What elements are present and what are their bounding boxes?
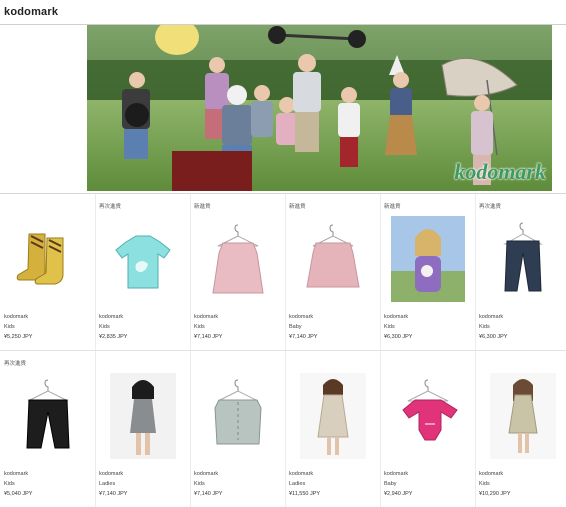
product-price: ¥7,140 JPY — [194, 334, 223, 340]
product-meta: kodomark Baby ¥7,140 JPY — [289, 312, 317, 342]
product-meta: kodomark Kids ¥6,300 JPY — [384, 312, 412, 342]
product-grid: kodomark Kids ¥5,250 JPY 再次進貨 kodomark K… — [0, 193, 566, 507]
product-meta: kodomark Kids ¥6,300 JPY — [479, 312, 507, 342]
product-card[interactable]: kodomark Baby ¥2,940 JPY — [380, 351, 476, 507]
product-card[interactable]: 新進貨 kodomark Kids ¥7,140 JPY — [190, 194, 286, 350]
pants-black-icon[interactable] — [7, 373, 89, 459]
rain-boots-icon[interactable] — [7, 216, 89, 302]
product-tag: 新進貨 — [384, 204, 401, 210]
girl-photo-icon[interactable] — [387, 216, 469, 302]
onesie-icon[interactable] — [387, 373, 469, 459]
product-brand: kodomark — [4, 471, 29, 477]
girl-dress-photo-icon[interactable] — [482, 373, 564, 459]
product-meta: kodomark Kids ¥7,140 JPY — [194, 469, 222, 499]
product-tag: 再次進貨 — [4, 361, 27, 367]
product-price: ¥7,140 JPY — [289, 334, 318, 340]
pants-icon[interactable] — [482, 216, 564, 302]
product-brand: kodomark — [384, 314, 409, 320]
product-category: Baby — [289, 324, 302, 330]
top-bar: kodomark — [0, 0, 566, 25]
site-title[interactable]: kodomark — [4, 6, 58, 18]
product-meta: kodomark Ladies ¥7,140 JPY — [99, 469, 127, 499]
dress-icon[interactable] — [292, 216, 374, 302]
product-card[interactable]: 再次進貨 kodomark Kids ¥5,040 JPY — [0, 351, 96, 507]
product-category: Kids — [194, 324, 205, 330]
hero-banner[interactable]: kodomark — [87, 25, 552, 191]
product-meta: kodomark Kids ¥10,290 JPY — [479, 469, 511, 499]
product-card[interactable]: kodomark Kids ¥5,250 JPY — [0, 194, 96, 350]
product-card[interactable]: 新進貨 kodomark Baby ¥7,140 JPY — [285, 194, 381, 350]
product-brand: kodomark — [194, 314, 219, 320]
product-brand: kodomark — [479, 314, 504, 320]
tshirt-icon[interactable] — [102, 216, 184, 302]
product-card[interactable]: 再次進貨 kodomark Kids ¥2,835 JPY — [95, 194, 191, 350]
product-card[interactable]: kodomark Kids ¥7,140 JPY — [190, 351, 286, 507]
product-category: Kids — [479, 481, 490, 487]
product-meta: kodomark Baby ¥2,940 JPY — [384, 469, 412, 499]
product-category: Baby — [384, 481, 397, 487]
product-row: kodomark Kids ¥5,250 JPY 再次進貨 kodomark K… — [0, 194, 566, 351]
product-category: Kids — [479, 324, 490, 330]
product-category: Kids — [384, 324, 395, 330]
product-tag: 新進貨 — [289, 204, 306, 210]
product-card[interactable]: kodomark Ladies ¥11,550 JPY — [285, 351, 381, 507]
product-meta: kodomark Kids ¥5,040 JPY — [4, 469, 32, 499]
product-card[interactable]: 再次進貨 kodomark Kids ¥6,300 JPY — [475, 194, 566, 350]
product-brand: kodomark — [289, 314, 314, 320]
product-category: Kids — [194, 481, 205, 487]
product-brand: kodomark — [99, 314, 124, 320]
product-brand: kodomark — [4, 314, 29, 320]
product-category: Ladies — [99, 481, 116, 487]
woman-dress-photo-icon[interactable] — [292, 373, 374, 459]
product-category: Kids — [4, 481, 15, 487]
product-price: ¥5,250 JPY — [4, 334, 33, 340]
product-brand: kodomark — [194, 471, 219, 477]
product-brand: kodomark — [479, 471, 504, 477]
product-meta: kodomark Kids ¥2,835 JPY — [99, 312, 127, 342]
product-category: Ladies — [289, 481, 306, 487]
product-category: Kids — [4, 324, 15, 330]
product-brand: kodomark — [99, 471, 124, 477]
product-price: ¥6,300 JPY — [384, 334, 413, 340]
hero-logo: kodomark — [454, 159, 546, 184]
product-price: ¥6,300 JPY — [479, 334, 508, 340]
product-card[interactable]: kodomark Kids ¥10,290 JPY — [475, 351, 566, 507]
product-meta: kodomark Kids ¥5,250 JPY — [4, 312, 32, 342]
product-brand: kodomark — [289, 471, 314, 477]
product-meta: kodomark Ladies ¥11,550 JPY — [289, 469, 320, 499]
product-brand: kodomark — [384, 471, 409, 477]
product-card[interactable]: kodomark Ladies ¥7,140 JPY — [95, 351, 191, 507]
product-tag: 新進貨 — [194, 204, 211, 210]
dress-icon[interactable] — [197, 216, 279, 302]
product-tag: 再次進貨 — [99, 204, 122, 210]
top-icon[interactable] — [197, 373, 279, 459]
product-tag: 再次進貨 — [479, 204, 502, 210]
product-row: 再次進貨 kodomark Kids ¥5,040 JPY kodomark L… — [0, 351, 566, 507]
product-card[interactable]: 新進貨 kodomark Kids ¥6,300 JPY — [380, 194, 476, 350]
product-category: Kids — [99, 324, 110, 330]
woman-photo-icon[interactable] — [102, 373, 184, 459]
product-meta: kodomark Kids ¥7,140 JPY — [194, 312, 222, 342]
product-price: ¥2,835 JPY — [99, 334, 128, 340]
